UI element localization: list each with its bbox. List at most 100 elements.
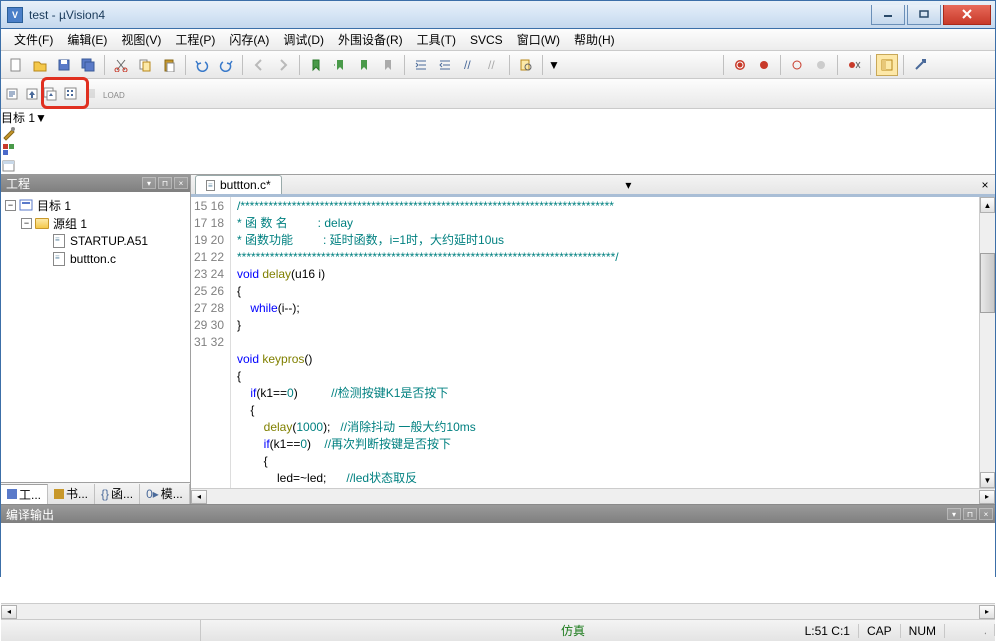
panel-menu-icon[interactable]: ▾ [947,508,961,520]
scroll-left-icon[interactable]: ◂ [1,605,17,619]
scroll-left-icon[interactable]: ◂ [191,490,207,504]
scroll-thumb[interactable] [980,253,995,313]
main-toolbar: // // ▼ [1,51,995,79]
options-icon[interactable] [1,126,995,142]
save-icon[interactable] [53,54,75,76]
rebuild-icon[interactable] [43,86,59,102]
scroll-down-icon[interactable]: ▼ [980,472,995,488]
tree-group[interactable]: − 源组 1 [1,214,190,232]
menu-flash[interactable]: 闪存(A) [222,29,276,50]
editor-hscroll[interactable]: ◂ ▸ [191,488,995,504]
undo-icon[interactable] [191,54,213,76]
scroll-right-icon[interactable]: ▸ [979,605,995,619]
editor-close-icon[interactable]: × [977,177,993,193]
code-text[interactable]: /***************************************… [231,197,979,488]
configure-icon[interactable] [909,54,931,76]
tree-target[interactable]: − 目标 1 [1,196,190,214]
output-body[interactable] [1,523,995,603]
menu-peripherals[interactable]: 外围设备(R) [331,29,410,50]
target-combo[interactable]: 目标 1▼ [1,109,995,126]
menu-tools[interactable]: 工具(T) [410,29,463,50]
find-in-files-icon[interactable] [515,54,537,76]
c-file-icon [206,180,216,190]
file-tab[interactable]: buttton.c* [195,175,282,194]
comment-icon[interactable]: // [458,54,480,76]
menu-project[interactable]: 工程(P) [168,29,222,50]
stop-build-icon[interactable] [83,86,99,102]
paste-icon[interactable] [158,54,180,76]
project-sidebar: 工程 ▾ ⊓ × − 目标 1 − 源组 1 STARTUP.A51 [1,174,191,504]
download-icon[interactable]: LOAD [103,87,125,101]
indent-icon[interactable] [410,54,432,76]
nav-fwd-icon[interactable] [272,54,294,76]
menu-debug[interactable]: 调试(D) [276,29,331,50]
manage-icon[interactable] [1,158,995,174]
breakpoint-disable-icon[interactable] [810,54,832,76]
copy-icon[interactable] [134,54,156,76]
tab-functions[interactable]: {}函... [95,484,140,504]
project-tree[interactable]: − 目标 1 − 源组 1 STARTUP.A51 buttton.c [1,192,190,482]
bookmark-prev-icon[interactable] [329,54,351,76]
save-all-icon[interactable] [77,54,99,76]
redo-icon[interactable] [215,54,237,76]
output-hscroll[interactable]: ◂ ▸ [1,603,995,619]
status-left [1,620,201,641]
c-file-icon [51,252,67,266]
vertical-scrollbar[interactable]: ▲ ▼ [979,197,995,488]
panel-pin-icon[interactable]: ⊓ [158,177,172,189]
project-panel-header: 工程 ▾ ⊓ × [1,174,190,192]
tab-books[interactable]: 书... [48,484,95,504]
panel-close-icon[interactable]: × [174,177,188,189]
debug-icon[interactable] [729,54,751,76]
batch-build-icon[interactable] [63,86,79,102]
collapse-icon[interactable]: − [5,200,16,211]
kill-breakpoints-icon[interactable] [843,54,865,76]
find-combo[interactable]: ▼ [548,58,718,72]
status-cursor-pos: L:51 C:1 [797,624,859,638]
menu-help[interactable]: 帮助(H) [567,29,622,50]
tab-project[interactable]: 工... [1,484,48,504]
file-ext-icon[interactable] [1,142,995,158]
status-cap: CAP [859,624,901,638]
status-num: NUM [901,624,945,638]
uncomment-icon[interactable]: // [482,54,504,76]
outdent-icon[interactable] [434,54,456,76]
panel-close-icon[interactable]: × [979,508,993,520]
breakpoint-enable-icon[interactable] [786,54,808,76]
project-window-icon[interactable] [876,54,898,76]
menu-window[interactable]: 窗口(W) [510,29,567,50]
tree-label: buttton.c [70,252,116,266]
new-file-icon[interactable] [5,54,27,76]
bookmark-next-icon[interactable] [353,54,375,76]
maximize-button[interactable] [907,5,941,25]
tab-templates[interactable]: 0▸模... [140,484,190,504]
translate-icon[interactable] [5,86,21,102]
panel-pin-icon[interactable]: ⊓ [963,508,977,520]
nav-back-icon[interactable] [248,54,270,76]
app-icon: V [7,7,23,23]
build-icon[interactable] [25,86,41,102]
scroll-right-icon[interactable]: ▸ [979,490,995,504]
code-area[interactable]: 15 16 17 18 19 20 21 22 23 24 25 26 27 2… [191,197,979,488]
menu-svcs[interactable]: SVCS [463,31,510,49]
cut-icon[interactable] [110,54,132,76]
breakpoint-icon[interactable] [753,54,775,76]
menu-file[interactable]: 文件(F) [7,29,60,50]
scroll-up-icon[interactable]: ▲ [980,197,995,213]
tree-file[interactable]: STARTUP.A51 [1,232,190,250]
menu-view[interactable]: 视图(V) [114,29,168,50]
open-file-icon[interactable] [29,54,51,76]
close-button[interactable] [943,5,991,25]
resize-grip[interactable] [975,624,995,636]
minimize-button[interactable] [871,5,905,25]
tree-label: 目标 1 [37,197,71,214]
bookmark-clear-icon[interactable] [377,54,399,76]
bookmark-icon[interactable] [305,54,327,76]
panel-menu-icon[interactable]: ▾ [142,177,156,189]
editor-menu-icon[interactable]: ▾ [620,177,636,193]
menu-edit[interactable]: 编辑(E) [60,29,114,50]
tree-file[interactable]: buttton.c [1,250,190,268]
window-title: test - µVision4 [29,8,105,22]
collapse-icon[interactable]: − [21,218,32,229]
project-panel-title: 工程 [6,175,30,192]
